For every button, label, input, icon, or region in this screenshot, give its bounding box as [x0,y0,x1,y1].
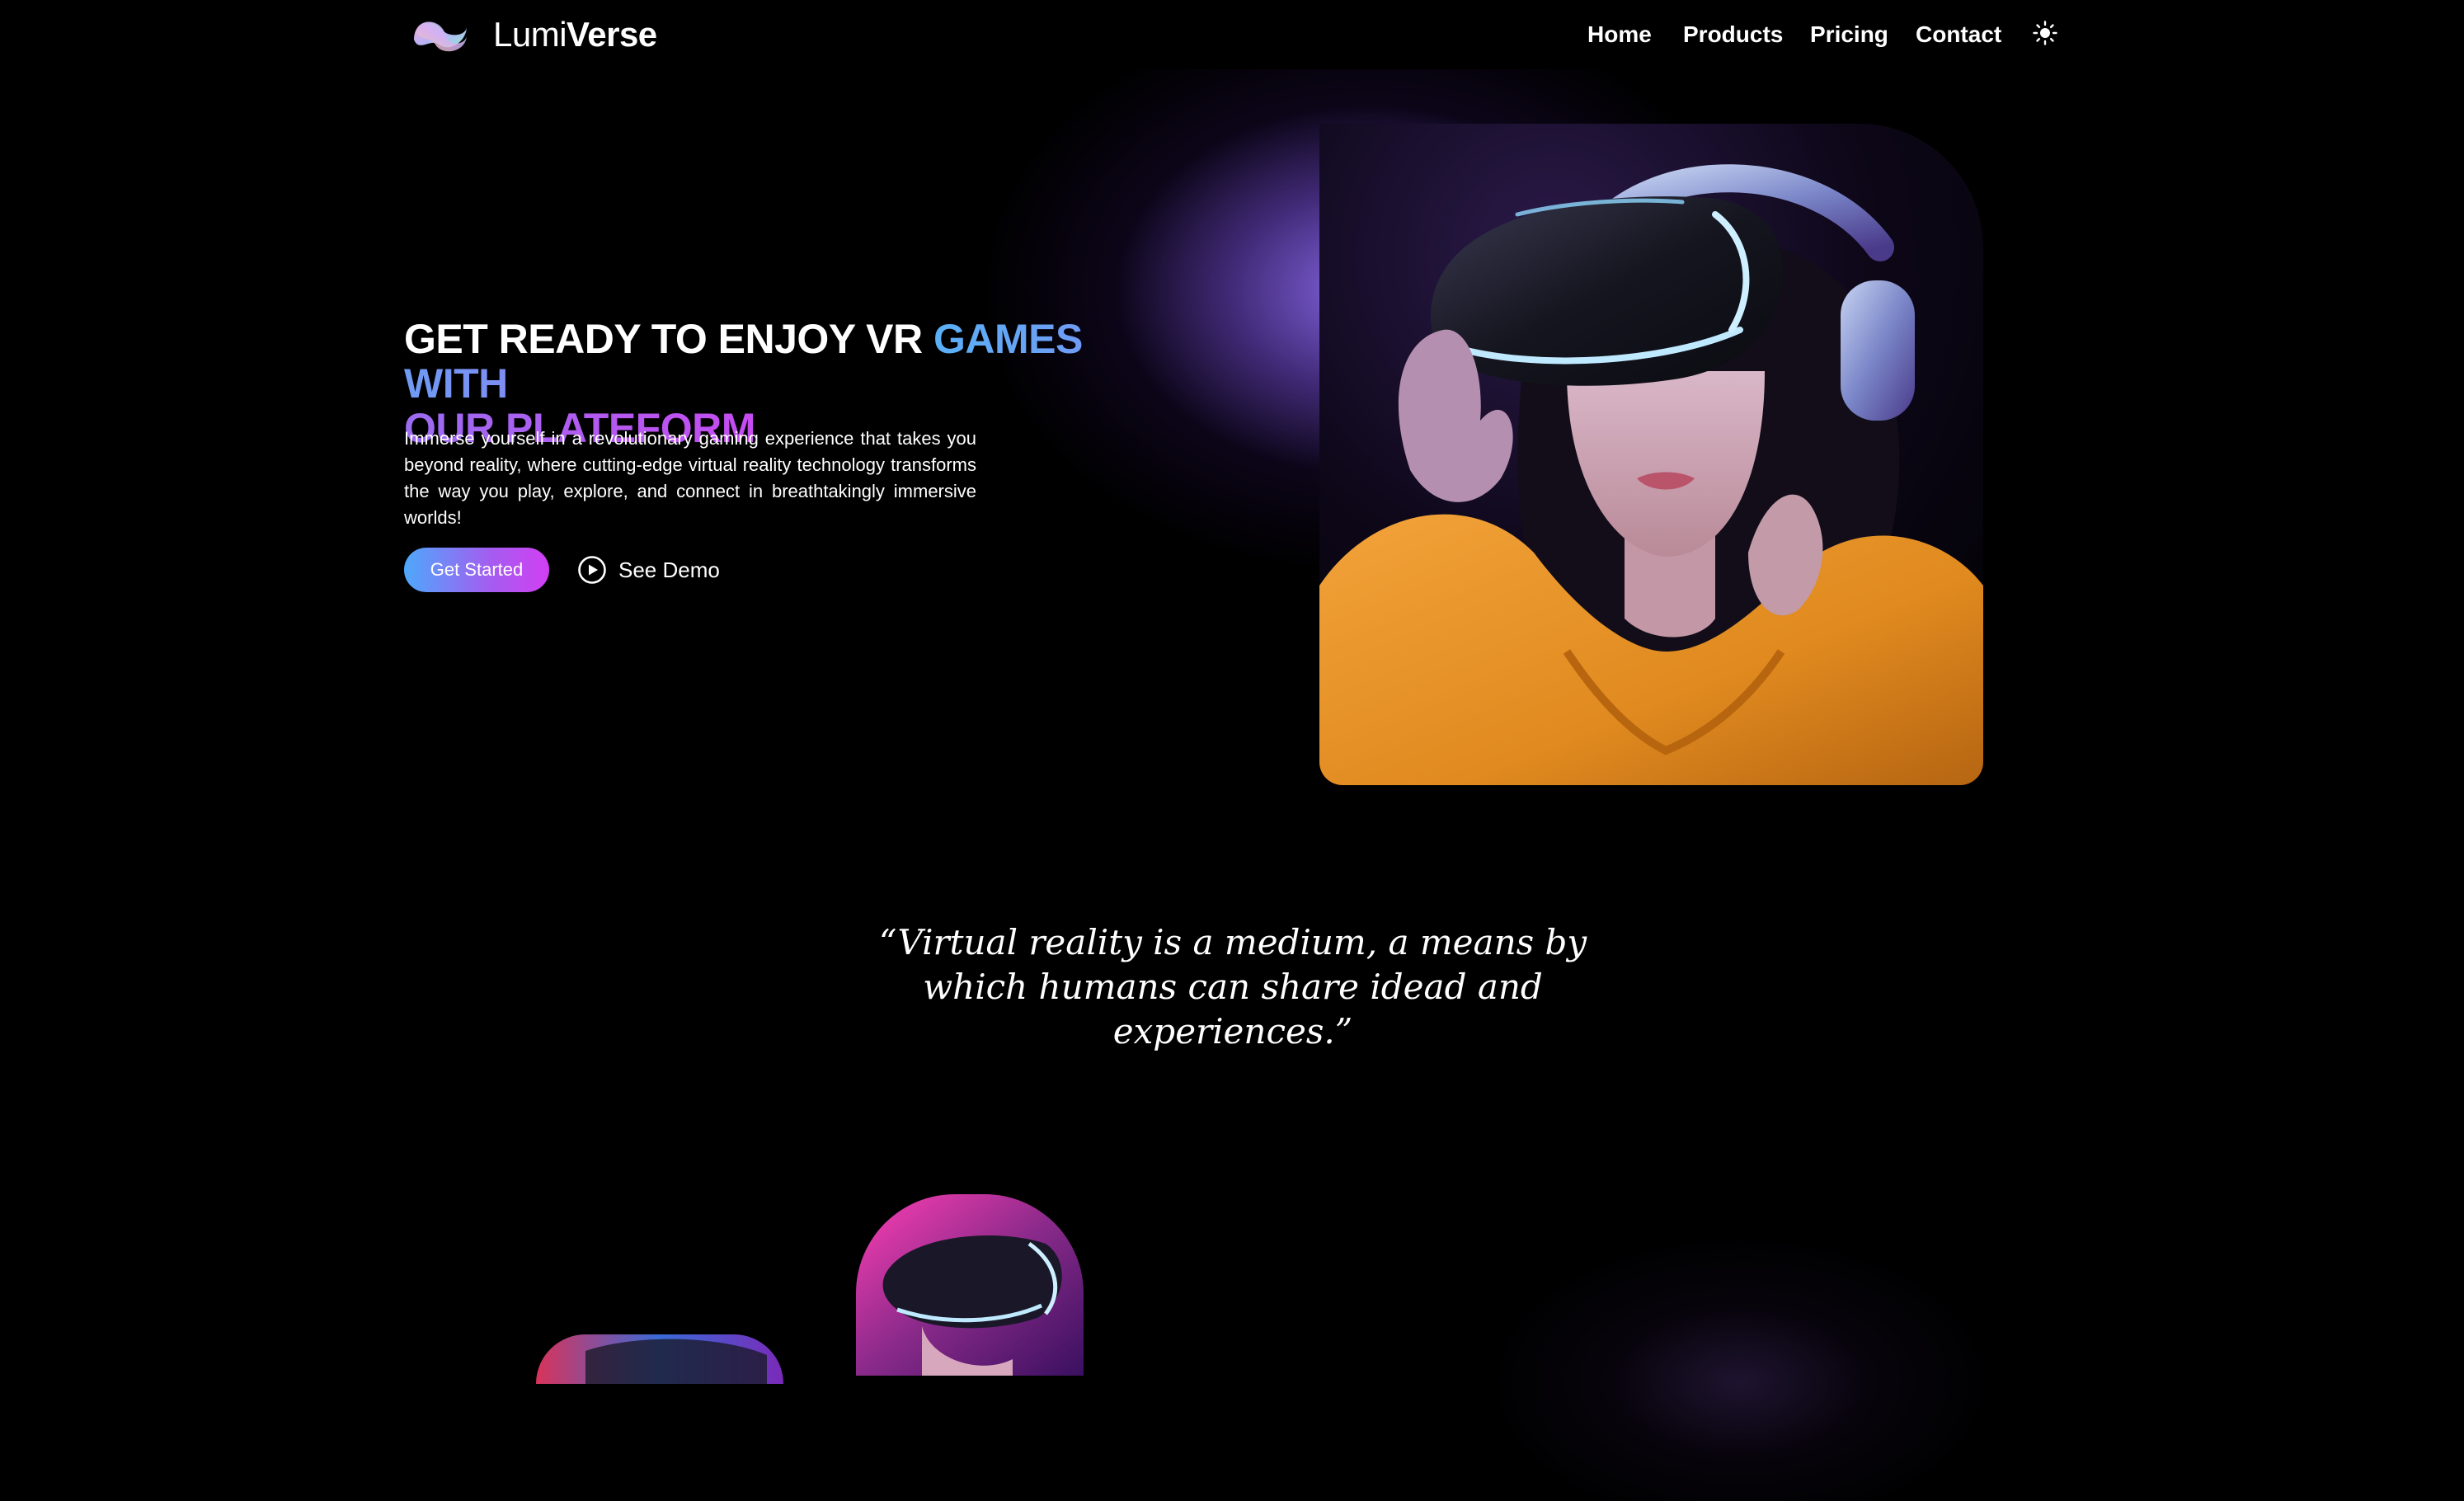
nav-link-pricing[interactable]: Pricing [1810,18,1888,51]
hero-description: Immerse yourself in a revolutionary gami… [404,428,976,528]
see-demo-button[interactable]: See Demo [577,553,720,587]
play-circle-icon [578,556,606,584]
nav-link-contact[interactable]: Contact [1916,18,2001,51]
bottom-background-glow [1484,1204,1996,1501]
hero-title-white: GET READY TO ENJOY VR [404,316,933,362]
nav-link-products[interactable]: Products [1683,18,1783,51]
vr-headset-woman-image [1319,124,1983,785]
top-navbar: LumiVerse Home Products Pricing Contact [0,0,2464,69]
sun-icon[interactable] [2032,20,2058,46]
quote-text: “Virtual reality is a medium, a means by… [878,922,1587,1052]
nav-links: Home Products Pricing Contact [0,18,2464,51]
gallery-image-vr-colorful [536,1334,783,1384]
see-demo-label: See Demo [618,558,720,582]
nav-link-home[interactable]: Home [1587,18,1652,51]
gallery-image-vr-neon [856,1194,1084,1376]
get-started-button[interactable]: Get Started [404,548,549,592]
